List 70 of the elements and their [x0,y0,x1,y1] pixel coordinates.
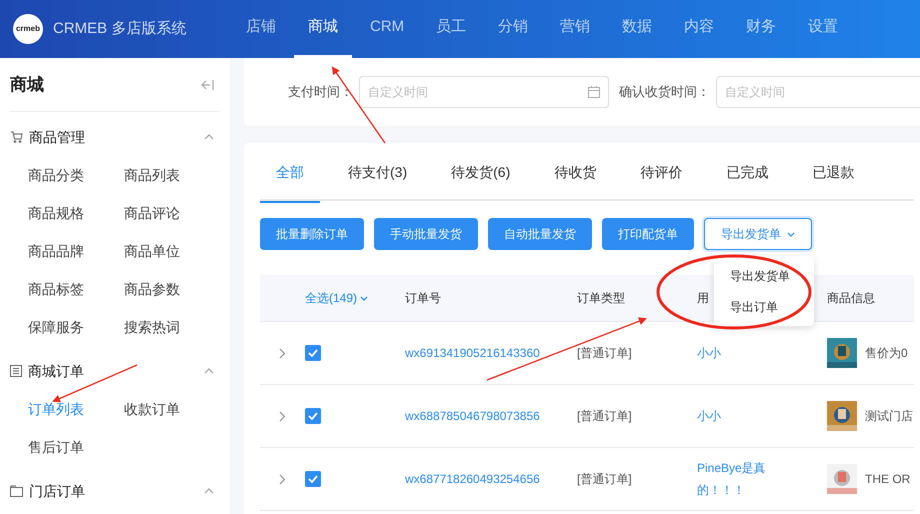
filter-label: 支付时间： [288,83,353,102]
menu-item[interactable]: 导出订单 [714,291,814,322]
status-tab[interactable]: 待收货 [538,143,612,203]
chevron-right-icon[interactable] [279,474,286,484]
user-name: PineBye是真的！！！ [697,460,767,499]
status-tab[interactable]: 全部 [260,143,320,203]
list-icon [10,365,22,377]
row-checkbox[interactable] [305,471,321,487]
chevron-right-icon[interactable] [279,410,286,422]
product-name: 测试门店 [865,408,913,425]
check-icon [308,349,318,357]
check-icon [308,412,318,420]
menu-item[interactable]: 导出发货单 [714,260,814,291]
folder-icon [10,485,23,497]
check-icon [308,475,318,483]
cart-icon [10,131,23,143]
sidebar-item[interactable]: 商品品牌 [28,240,84,262]
sidebar-item[interactable]: 搜索热词 [124,316,180,338]
nav-tab[interactable]: CRM [356,0,418,58]
logo: crmeb [13,14,43,44]
section-title: 门店订单 [29,482,86,500]
status-tab[interactable]: 待发货(6) [435,143,526,203]
sidebar-title: 商城 [10,74,44,96]
table-cell: [普通订单] [577,409,632,423]
collapse-icon[interactable] [200,78,214,90]
chevron-up-icon [204,134,214,140]
sidebar-item[interactable]: 商品评论 [124,202,180,224]
status-tab[interactable]: 待评价 [624,143,698,203]
sidebar-item[interactable]: 保障服务 [28,316,84,338]
field-placeholder: 自定义时间 [725,84,785,101]
user-name: 小小 [697,408,722,425]
column-header: 订单类型 [577,291,625,305]
sidebar-item[interactable]: 商品单位 [124,240,180,262]
sidebar-item[interactable]: 收款订单 [124,398,180,420]
product-name: THE OR [865,471,910,488]
sidebar-item[interactable]: 商品规格 [28,202,84,224]
calendar-icon [588,86,600,98]
column-header: 用 [697,291,709,305]
nav-tab[interactable]: 员工 [422,0,480,58]
status-tab[interactable]: 待支付(3) [332,143,424,203]
table-cell: [普通订单] [577,472,632,486]
sidebar-item[interactable]: 商品参数 [124,278,180,300]
sidebar-section-header[interactable]: 商品管理 [10,118,220,156]
table-cell: [普通订单] [577,346,632,360]
sidebar-section-header[interactable]: 商城订单 [10,352,220,390]
section-title: 商城订单 [28,362,85,380]
field-placeholder: 自定义时间 [368,84,428,101]
row-checkbox[interactable] [305,345,321,361]
sidebar-section-header[interactable]: 门店订单 [10,472,220,510]
chevron-right-icon[interactable] [279,348,286,358]
section-title: 商品管理 [29,128,86,146]
sidebar-item[interactable]: 订单列表 [28,398,84,420]
chevron-up-icon [204,488,214,494]
status-tab[interactable]: 已完成 [710,143,784,203]
row-checkbox[interactable] [305,408,321,424]
sidebar-item[interactable]: 售后订单 [28,436,84,458]
sidebar-item[interactable]: 商品列表 [124,164,180,186]
chevron-up-icon [204,368,214,374]
column-header: 订单号 [405,291,441,305]
chevron-down-icon [787,232,795,236]
filter-label: 确认收货时间： [619,83,710,102]
brand-name: CRMEB 多店版系统 [53,18,186,39]
column-header: 商品信息 [827,291,875,305]
sidebar-item[interactable]: 商品标签 [28,278,84,300]
status-tab[interactable]: 已退款 [796,143,870,203]
sidebar-item[interactable]: 商品分类 [28,164,84,186]
nav-tab[interactable]: 店铺 [232,0,290,58]
chevron-down-icon [360,296,368,300]
user-name: 小小 [697,345,722,362]
product-name: 售价为0 [865,345,908,362]
